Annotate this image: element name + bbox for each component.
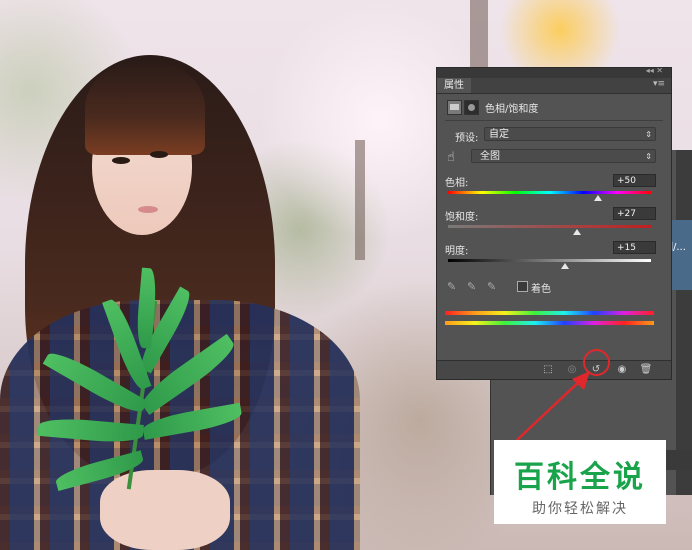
watermark: 百科全说 助你轻松解决 (494, 440, 666, 524)
arrow-line (516, 377, 584, 441)
watermark-title: 百科全说 (514, 460, 646, 495)
watermark-subtitle: 助你轻松解决 (532, 501, 628, 517)
